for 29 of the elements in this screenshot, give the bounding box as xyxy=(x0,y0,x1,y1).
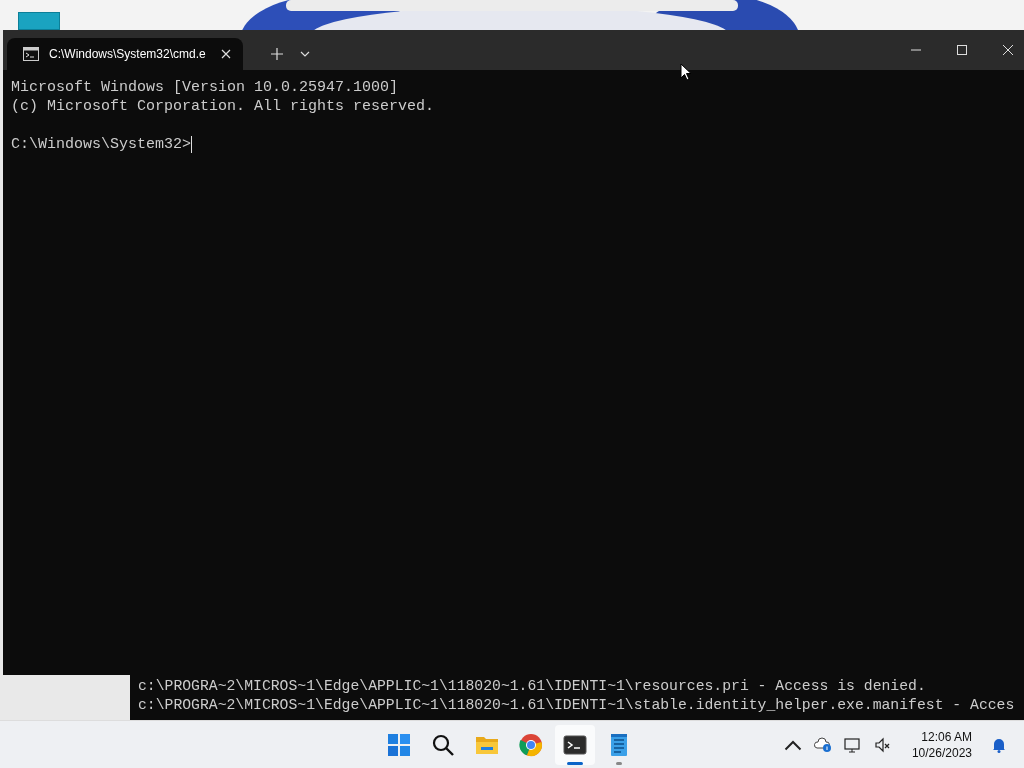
bell-icon[interactable] xyxy=(992,736,1006,753)
add-icon[interactable] xyxy=(271,48,283,60)
maximize-icon[interactable] xyxy=(957,45,967,55)
search-icon xyxy=(431,732,455,757)
console-line: (c) Microsoft Corporation. All rights reserved. xyxy=(11,97,435,116)
terminal-icon xyxy=(563,732,587,757)
tab[interactable]: C:\Windows\System32\cmd.e xyxy=(7,38,243,70)
command-prompt: C:\Windows\System32> xyxy=(11,135,192,154)
running-indicator xyxy=(567,761,583,765)
text-cursor xyxy=(191,136,193,153)
cloud-icon[interactable] xyxy=(813,736,832,753)
close-icon[interactable] xyxy=(221,49,231,59)
browser-icon xyxy=(519,732,543,757)
console-line: c:\PROGRA~2\MICROS~1\Edge\APPLIC~1\118020~1.61\IDENTI~1\resources.pri - Access is denied. xyxy=(138,677,926,696)
cursor-icon xyxy=(680,63,692,81)
console-icon xyxy=(23,47,39,61)
running-indicator xyxy=(616,761,622,765)
clock-date: 10/26/2023 xyxy=(911,744,972,761)
close-icon[interactable] xyxy=(1003,45,1013,55)
clock-time: 12:06 AM xyxy=(921,728,972,745)
taskbar-button[interactable] xyxy=(555,724,595,765)
chevron-down-icon[interactable] xyxy=(300,51,310,57)
speaker-muted-icon[interactable] xyxy=(873,736,892,753)
clock[interactable]: 12:06 AM 10/26/2023 xyxy=(911,728,972,761)
console-line: c:\PROGRA~2\MICROS~1\Edge\APPLIC~1\118020~1.61\IDENTI~1\stable.identity_helper.exe.manifest - Acces xyxy=(138,696,1015,715)
start-icon xyxy=(387,732,411,757)
tab-title: C:\Windows\System32\cmd.e xyxy=(49,47,207,61)
console-line: Microsoft Windows [Version 10.0.25947.1000] xyxy=(11,78,399,97)
monitor-icon[interactable] xyxy=(843,736,862,753)
